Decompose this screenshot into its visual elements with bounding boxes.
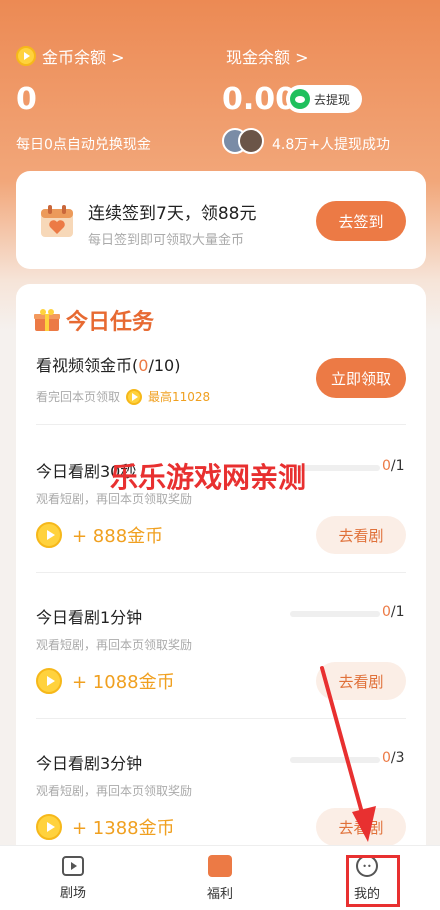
signin-title: 连续签到7天，领88元 — [88, 204, 257, 224]
tasks-title: 今日任务 — [34, 304, 154, 336]
task-progress-bar — [290, 611, 380, 617]
tasks-card: 今日任务 看视频领金币(0/10) 看完回本页领取 最高11028 立即领取 今… — [16, 284, 426, 884]
cash-balance-label: 现金余额 > — [226, 48, 309, 67]
avatar-group — [222, 128, 264, 154]
video-task-name: 看视频领金币(0/10) — [36, 352, 180, 376]
video-task-sub-text: 看完回本页领取 — [36, 390, 121, 404]
coin-icon — [16, 46, 36, 66]
watch-drama-button[interactable]: 去看剧 — [316, 662, 406, 700]
divider — [36, 572, 406, 573]
coin-icon — [36, 668, 62, 694]
task-reward: + 888金币 — [36, 522, 163, 548]
task-progress-count: 0/3 — [382, 750, 405, 766]
signin-button[interactable]: 去签到 — [316, 201, 406, 241]
nav-welfare[interactable]: 福利 — [147, 846, 293, 910]
task-progress-total: /3 — [390, 750, 405, 766]
task-reward: + 1088金币 — [36, 668, 175, 694]
calendar-icon — [41, 205, 73, 237]
task-subtitle: 观看短剧，再回本页领取奖励 — [36, 638, 193, 652]
task-progress-current: 0 — [382, 604, 391, 620]
coin-exchange-note: 每日0点自动兑换现金 — [16, 137, 151, 153]
task-reward-amount: + 1088金币 — [72, 672, 175, 693]
withdraw-success-note: 4.8万+人提现成功 — [272, 137, 390, 153]
task-reward-amount: + 888金币 — [72, 526, 164, 547]
withdraw-button[interactable]: 去提现 — [286, 85, 362, 113]
signin-subtitle: 每日签到即可领取大量金币 — [88, 233, 245, 248]
task-progress-current: 0 — [382, 750, 391, 766]
task-progress-count: 0/1 — [382, 604, 405, 620]
tasks-title-text: 今日任务 — [66, 310, 155, 335]
watch-drama-button[interactable]: 去看剧 — [316, 808, 406, 846]
video-task-count: 0 — [138, 356, 149, 375]
video-task-max: 最高11028 — [148, 390, 211, 404]
play-icon — [62, 856, 84, 876]
divider — [36, 424, 406, 425]
cash-balance-value: 0.00 — [222, 82, 297, 117]
task-subtitle: 观看短剧，再回本页领取奖励 — [36, 784, 193, 798]
coin-balance-link[interactable]: 金币余额 > — [16, 44, 125, 68]
divider — [36, 718, 406, 719]
nav-welfare-label: 福利 — [206, 887, 233, 902]
task-reward: + 1388金币 — [36, 814, 175, 840]
withdraw-label: 去提现 — [314, 92, 351, 107]
task-progress-total: /1 — [390, 458, 405, 474]
cash-balance-link[interactable]: 现金余额 > — [226, 44, 309, 68]
video-task-total: /10) — [148, 356, 181, 375]
watch-drama-button[interactable]: 去看剧 — [316, 516, 406, 554]
nav-theater[interactable]: 剧场 — [0, 846, 146, 910]
coin-icon — [126, 388, 143, 405]
task-progress-count: 0/1 — [382, 458, 405, 474]
claim-now-button[interactable]: 立即领取 — [316, 358, 406, 398]
task-progress-bar — [290, 757, 380, 763]
task-progress-total: /1 — [390, 604, 405, 620]
video-task-name-prefix: 看视频领金币( — [36, 356, 139, 375]
coin-balance-value: 0 — [16, 82, 37, 117]
task-name: 今日看剧1分钟 — [36, 608, 143, 627]
coin-icon — [36, 522, 62, 548]
wechat-icon — [290, 89, 310, 109]
coin-icon — [36, 814, 62, 840]
highlight-box — [346, 855, 400, 907]
task-progress-current: 0 — [382, 458, 391, 474]
coin-balance-label: 金币余额 > — [42, 48, 125, 67]
gift-icon — [208, 855, 232, 877]
avatar — [238, 128, 264, 154]
task-reward-amount: + 1388金币 — [72, 818, 175, 839]
gift-icon — [34, 309, 60, 331]
signin-card: 连续签到7天，领88元 每日签到即可领取大量金币 去签到 — [16, 171, 426, 269]
task-name: 今日看剧3分钟 — [36, 754, 143, 773]
video-task-subtitle: 看完回本页领取 最高11028 — [36, 388, 210, 405]
nav-theater-label: 剧场 — [59, 886, 86, 901]
watermark-text: 乐乐游戏网亲测 — [110, 461, 307, 494]
